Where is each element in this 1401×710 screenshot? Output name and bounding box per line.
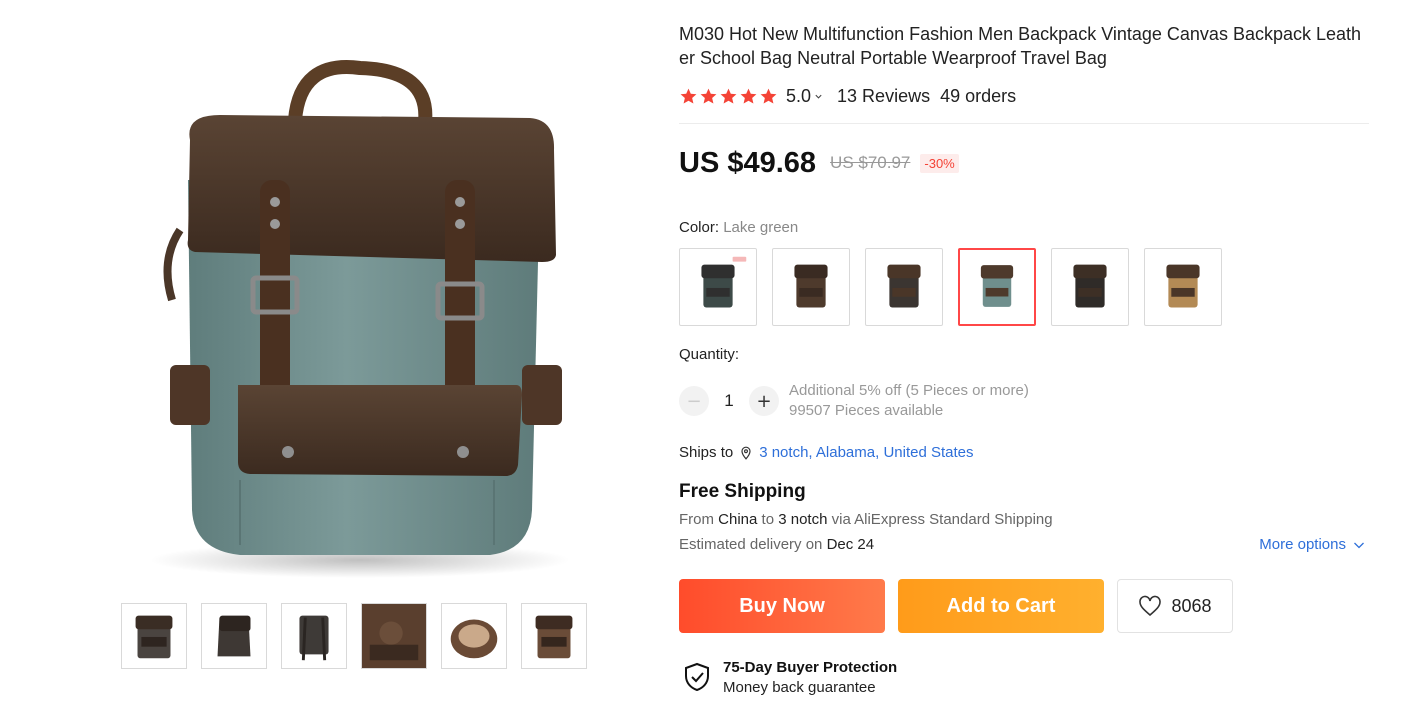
heart-icon[interactable] [1138, 595, 1162, 617]
chevron-down-icon[interactable] [814, 92, 823, 101]
increase-quantity-button[interactable]: + [749, 386, 779, 416]
gallery-thumbnail-3[interactable] [281, 603, 347, 669]
gallery-thumbnail-2[interactable] [201, 603, 267, 669]
protection-subtitle: Money back guarantee [723, 679, 876, 696]
quantity-input[interactable]: 1 [709, 391, 749, 411]
thumbnail-strip [121, 603, 587, 669]
swatch-backpack-image [701, 256, 747, 308]
bulk-discount-note: Additional 5% off (5 Pieces or more) [789, 382, 1029, 399]
main-product-image[interactable] [110, 30, 610, 590]
buyer-protection: 75-Day Buyer Protection Money back guara… [683, 658, 897, 698]
color-swatch-list [679, 248, 1222, 326]
swatch-backpack-image [794, 264, 828, 308]
current-price: US $49.68 [679, 146, 817, 179]
route-destination: 3 notch [778, 511, 828, 528]
ship-destination-link[interactable]: 3 notch, Alabama, United States [759, 444, 973, 461]
quantity-stepper: − 1 + Additional 5% off (5 Pieces or mor… [679, 381, 1029, 421]
ships-to-label: Ships to [679, 444, 734, 461]
swatch-backpack-image [1166, 264, 1200, 308]
star-icon [760, 88, 777, 104]
swatch-backpack-image [980, 265, 1014, 307]
swatch-backpack-image [1073, 264, 1107, 308]
protection-text: 75-Day Buyer Protection Money back guara… [723, 658, 897, 698]
route-origin: China [718, 511, 758, 528]
gallery-thumbnail-1[interactable] [121, 603, 187, 669]
selected-color-name: Lake green [723, 219, 799, 236]
buy-now-button[interactable]: Buy Now [679, 579, 885, 633]
chevron-down-icon[interactable] [1353, 539, 1365, 551]
color-label-text: Color: [679, 219, 720, 236]
product-title: M030 Hot New Multifunction Fashion Men B… [679, 24, 1362, 68]
reviews-link[interactable]: 13 Reviews [837, 86, 930, 107]
more-shipping-options[interactable]: More options [1259, 536, 1365, 553]
star-icon [700, 88, 717, 104]
route-carrier: via AliExpress Standard Shipping [831, 511, 1053, 528]
color-swatch-3[interactable] [865, 248, 943, 326]
color-label: Color: Lake green [679, 219, 798, 236]
color-swatch-4[interactable] [958, 248, 1036, 326]
backpack-image [150, 60, 570, 578]
shipping-route: From China to 3 notch via AliExpress Sta… [679, 511, 1053, 528]
rating-value[interactable]: 5.0 [786, 86, 811, 107]
color-swatch-1[interactable] [679, 248, 757, 326]
wishlist-count: 8068 [1171, 595, 1212, 616]
orders-count: 49 orders [940, 85, 1017, 106]
gallery-thumbnail-6[interactable] [521, 603, 587, 669]
star-icon [720, 88, 737, 104]
color-swatch-6[interactable] [1144, 248, 1222, 326]
color-swatch-2[interactable] [772, 248, 850, 326]
star-icon [740, 88, 757, 104]
shield-check-icon [685, 662, 709, 692]
delivery-date: Dec 24 [826, 536, 875, 553]
ships-to-row: Ships to 3 notch, Alabama, United States [679, 444, 974, 461]
stock-available: 99507 Pieces available [789, 402, 944, 419]
estimated-delivery: Estimated delivery on Dec 24 [679, 536, 874, 553]
wishlist-button[interactable]: 8068 [1117, 579, 1233, 633]
quantity-label: Quantity: [679, 346, 740, 363]
delivery-label: Estimated delivery on [679, 536, 823, 553]
discount-badge: -30% [920, 153, 959, 173]
route-to-word: to [761, 511, 775, 528]
swatch-backpack-image [887, 264, 921, 308]
free-shipping-label: Free Shipping [679, 481, 806, 502]
decrease-quantity-button[interactable]: − [679, 386, 709, 416]
original-price: US $70.97 [830, 153, 911, 172]
divider [679, 123, 1369, 124]
gallery-thumbnail-5[interactable] [441, 603, 507, 669]
location-pin-icon [741, 446, 751, 460]
route-from-word: From [679, 511, 714, 528]
color-swatch-5[interactable] [1051, 248, 1129, 326]
price-row: US $49.68 US $70.97 -30% [679, 145, 959, 181]
star-rating [679, 87, 778, 106]
rating-summary: 5.0 13 Reviews 49 orders [679, 85, 1016, 107]
protection-title: 75-Day Buyer Protection [723, 659, 898, 676]
more-options-label[interactable]: More options [1259, 536, 1346, 553]
add-to-cart-button[interactable]: Add to Cart [898, 579, 1104, 633]
star-icon [680, 88, 697, 104]
gallery-thumbnail-4[interactable] [361, 603, 427, 669]
quantity-notes: Additional 5% off (5 Pieces or more) 995… [789, 381, 1029, 421]
